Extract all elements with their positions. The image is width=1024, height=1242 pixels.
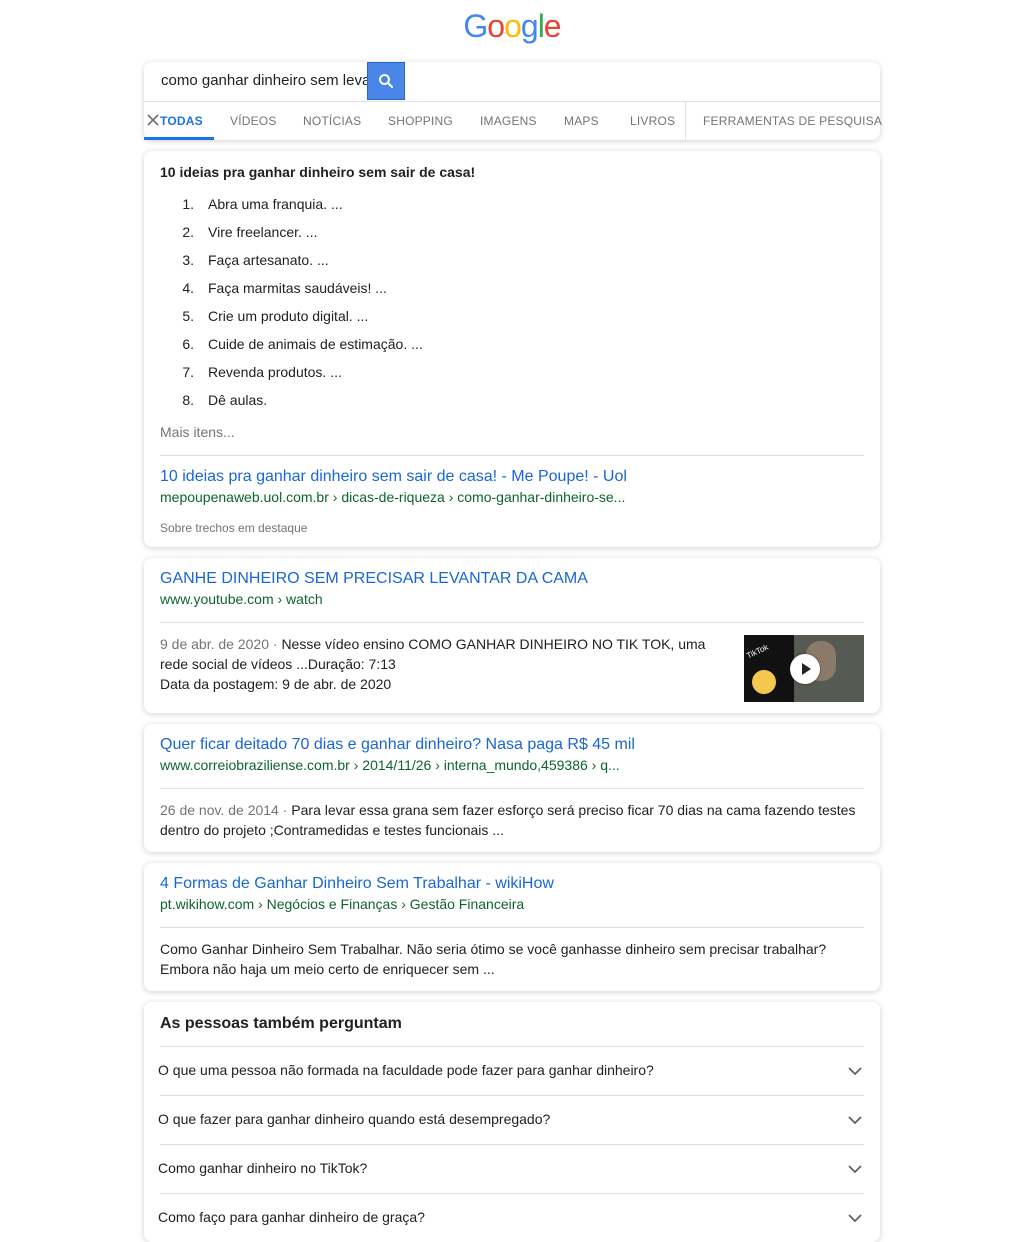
chevron-down-icon <box>848 1116 862 1125</box>
result-card: Quer ficar deitado 70 dias e ganhar dinh… <box>144 724 880 852</box>
emoji-icon <box>752 670 776 694</box>
logo-letter: o <box>504 8 522 44</box>
tab-imagens[interactable]: IMAGENS <box>480 114 537 128</box>
question-text: Como faço para ganhar dinheiro de graça? <box>158 1209 425 1225</box>
tab-livros[interactable]: LIVROS <box>630 114 675 128</box>
search-card: como ganhar dinheiro sem leva TODAS VÍDE… <box>144 62 882 140</box>
result-url[interactable]: www.correiobraziliense.com.br › 2014/11/… <box>160 757 620 773</box>
logo-letter: G <box>463 8 488 44</box>
video-thumbnail[interactable]: TikTok <box>744 635 864 702</box>
play-button[interactable] <box>790 654 820 684</box>
post-date: Data da postagem: 9 de abr. de 2020 <box>160 676 392 692</box>
result-url[interactable]: www.youtube.com › watch <box>160 591 323 607</box>
url-domain: www.correiobraziliense.com.br <box>160 757 350 773</box>
divider <box>160 622 864 623</box>
search-icon <box>379 74 394 89</box>
result-card: GANHE DINHEIRO SEM PRECISAR LEVANTAR DA … <box>144 558 880 713</box>
active-tab-indicator <box>144 137 214 140</box>
about-featured-snippets[interactable]: Sobre trechos em destaque <box>160 521 307 535</box>
logo-letter: o <box>487 8 505 44</box>
tab-shopping[interactable]: SHOPPING <box>388 114 453 128</box>
result-title-link[interactable]: 10 ideias pra ganhar dinheiro sem sair d… <box>160 468 627 486</box>
search-input[interactable]: como ganhar dinheiro sem leva <box>161 72 370 89</box>
list-item: Revenda produtos. ... <box>208 364 342 380</box>
url-path: › 2014/11/26 › interna_mundo,459386 › q.… <box>349 757 620 773</box>
list-number: 6. <box>182 336 194 352</box>
people-also-ask-title: As pessoas também perguntam <box>160 1015 402 1032</box>
list-number: 5. <box>182 308 194 324</box>
question-item[interactable]: O que uma pessoa não formada na faculdad… <box>158 1046 864 1094</box>
question-text: O que uma pessoa não formada na faculdad… <box>158 1062 654 1078</box>
list-item: Faça marmitas saudáveis! ... <box>208 280 387 296</box>
logo-letter: e <box>543 8 562 44</box>
more-items-link[interactable]: Mais itens... <box>160 424 235 440</box>
tab-noticias[interactable]: NOTÍCIAS <box>303 114 361 128</box>
list-number: 7. <box>182 364 194 380</box>
result-date: 26 de nov. de 2014 · <box>160 802 292 818</box>
list-item: Abra uma franquia. ... <box>208 196 343 212</box>
list-number: 3. <box>182 252 194 268</box>
url-domain: pt.wikihow.com <box>160 896 255 912</box>
divider <box>160 927 864 928</box>
question-text: Como ganhar dinheiro no TikTok? <box>158 1160 368 1176</box>
list-item: Vire freelancer. ... <box>208 224 318 240</box>
url-domain: www.youtube.com <box>160 591 274 607</box>
result-url[interactable]: mepoupenaweb.uol.com.br › dicas-de-rique… <box>160 489 625 505</box>
play-icon <box>802 663 811 675</box>
list-number: 1. <box>182 196 194 212</box>
result-snippet: 26 de nov. de 2014 · Para levar essa gra… <box>160 800 864 840</box>
chevron-down-icon <box>848 1214 862 1223</box>
result-snippet: 9 de abr. de 2020 · Nesse vídeo ensino C… <box>160 634 720 674</box>
result-card: 4 Formas de Ganhar Dinheiro Sem Trabalha… <box>144 863 880 991</box>
question-item[interactable]: Como faço para ganhar dinheiro de graça? <box>158 1193 864 1241</box>
chevron-down-icon <box>848 1067 862 1076</box>
tab-todas[interactable]: TODAS <box>160 114 203 128</box>
result-title-link[interactable]: Quer ficar deitado 70 dias e ganhar dinh… <box>160 736 635 754</box>
featured-snippet-card: 10 ideias pra ganhar dinheiro sem sair d… <box>144 151 880 547</box>
tab-videos[interactable]: VÍDEOS <box>230 114 277 128</box>
result-title-link[interactable]: GANHE DINHEIRO SEM PRECISAR LEVANTAR DA … <box>160 570 588 588</box>
list-item: Cuide de animais de estimação. ... <box>208 336 423 352</box>
search-button[interactable] <box>367 62 405 100</box>
search-bar: como ganhar dinheiro sem leva <box>144 62 880 101</box>
list-number: 4. <box>182 280 194 296</box>
search-tabs: TODAS VÍDEOS NOTÍCIAS SHOPPING IMAGENS M… <box>144 101 882 140</box>
result-url[interactable]: pt.wikihow.com › Negócios e Finanças › G… <box>160 896 524 912</box>
logo-letter: g <box>520 8 539 44</box>
url-path: › dicas-de-riqueza › como-ganhar-dinheir… <box>328 489 626 505</box>
list-item: Dê aulas. <box>208 392 268 408</box>
list-item: Crie um produto digital. ... <box>208 308 369 324</box>
question-text: O que fazer para ganhar dinheiro quando … <box>158 1111 551 1127</box>
divider <box>160 788 864 789</box>
question-item[interactable]: Como ganhar dinheiro no TikTok? <box>158 1144 864 1192</box>
list-number: 2. <box>182 224 194 240</box>
chevron-down-icon <box>848 1165 862 1174</box>
tab-maps[interactable]: MAPS <box>564 114 599 128</box>
tab-divider <box>685 102 686 140</box>
divider <box>160 455 864 456</box>
url-path: › Negócios e Finanças › Gestão Financeir… <box>254 896 525 912</box>
list-item: Faça artesanato. ... <box>208 252 329 268</box>
list-number: 8. <box>182 392 194 408</box>
tab-ferramentas[interactable]: FERRAMENTAS DE PESQUISA <box>703 114 882 128</box>
close-icon[interactable] <box>146 112 160 128</box>
result-date: 9 de abr. de 2020 · <box>160 636 282 652</box>
question-item[interactable]: O que fazer para ganhar dinheiro quando … <box>158 1095 864 1143</box>
url-path: › watch <box>273 591 323 607</box>
result-snippet: Como Ganhar Dinheiro Sem Trabalhar. Não … <box>160 941 827 977</box>
google-logo[interactable]: Google <box>0 8 1024 45</box>
url-domain: mepoupenaweb.uol.com.br <box>160 489 329 505</box>
featured-snippet-title: 10 ideias pra ganhar dinheiro sem sair d… <box>160 164 476 180</box>
people-also-ask-card: As pessoas também perguntam O que uma pe… <box>144 1002 880 1242</box>
result-title-link[interactable]: 4 Formas de Ganhar Dinheiro Sem Trabalha… <box>160 875 554 893</box>
